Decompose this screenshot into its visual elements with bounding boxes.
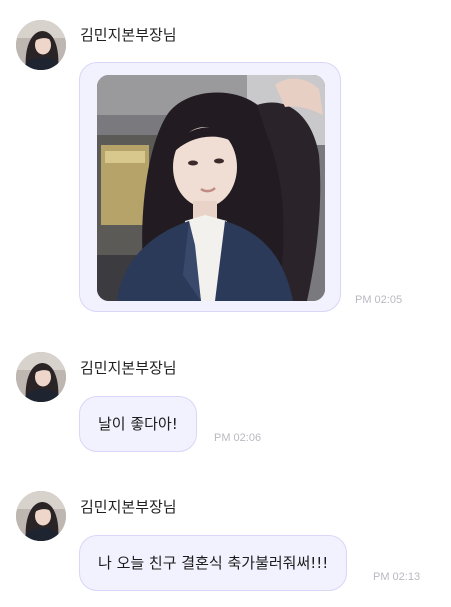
timestamp: PM 02:13	[373, 571, 421, 583]
image-bubble[interactable]	[79, 62, 341, 312]
avatar-image	[16, 352, 66, 402]
message-bubble[interactable]: 나 오늘 친구 결혼식 축가불러줘써!!!	[79, 535, 348, 591]
sender-avatar[interactable]	[16, 20, 66, 70]
selfie-photo-image	[97, 75, 325, 301]
avatar-image	[16, 491, 66, 541]
shared-photo[interactable]	[97, 75, 325, 301]
sender-name: 김민지본부장님	[80, 498, 177, 516]
sender-avatar[interactable]	[16, 352, 66, 402]
message-bubble[interactable]: 날이 좋다아!	[79, 396, 197, 452]
sender-name: 김민지본부장님	[80, 26, 177, 44]
message-2: 김민지본부장님 날이 좋다아! PM 02:06	[0, 345, 451, 465]
message-3: 김민지본부장님 나 오늘 친구 결혼식 축가불러줘써!!! PM 02:13	[0, 485, 451, 605]
avatar-image	[16, 20, 66, 70]
timestamp: PM 02:05	[355, 294, 403, 306]
timestamp: PM 02:06	[214, 432, 262, 444]
message-1: 김민지본부장님 PM 02:05	[0, 0, 451, 330]
sender-avatar[interactable]	[16, 491, 66, 541]
sender-name: 김민지본부장님	[80, 359, 177, 377]
